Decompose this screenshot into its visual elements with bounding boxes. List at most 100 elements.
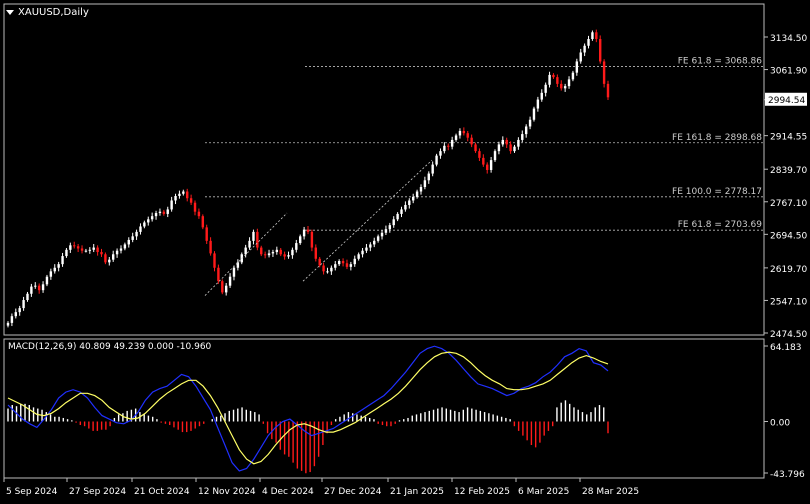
date-axis-label: 6 Mar 2025	[518, 487, 569, 497]
candle-bear	[205, 227, 208, 241]
candle-bear	[595, 32, 598, 40]
candle-bull	[357, 254, 360, 259]
candle-bull	[14, 312, 17, 317]
price-axis-label: 2547.10	[770, 297, 807, 307]
candle-bull	[423, 180, 427, 188]
main-panel-frame	[3, 3, 765, 336]
macd-signal-line	[7, 351, 609, 465]
date-axis-label: 12 Nov 2024	[198, 487, 256, 497]
date-axis-label: 4 Dec 2024	[262, 487, 314, 497]
candle-bull	[166, 209, 169, 214]
candle-bull	[353, 258, 356, 265]
candle-bull	[41, 284, 45, 291]
candle-bear	[466, 133, 469, 138]
candle-bear	[470, 137, 473, 145]
macd-panel-frame	[3, 338, 765, 479]
candle-bear	[213, 253, 216, 268]
candle-bear	[602, 61, 606, 84]
candle-bull	[18, 308, 21, 313]
candle-bull	[275, 249, 279, 253]
macd-axis-label: 64.183	[770, 343, 802, 353]
candle-bull	[532, 108, 536, 120]
candle-bear	[560, 83, 563, 89]
candle-bull	[291, 249, 294, 256]
candle-bear	[599, 39, 602, 62]
price-axis-label: 2839.70	[770, 166, 807, 176]
candle-bear	[100, 252, 103, 255]
candle-bear	[505, 139, 508, 145]
candle-bear	[341, 261, 345, 264]
candle-bull	[147, 219, 150, 223]
candle-bull	[415, 191, 419, 197]
candle-bear	[478, 151, 481, 158]
candle-bull	[571, 72, 575, 80]
candle-bull	[150, 216, 154, 220]
date-axis-label: 27 Sep 2024	[69, 487, 126, 497]
candle-bull	[563, 86, 567, 89]
candle-bull	[361, 250, 364, 255]
candle-bull	[92, 247, 95, 250]
candle-bull	[404, 204, 407, 210]
price-axis-label: 2474.50	[770, 330, 807, 340]
candle-bull	[443, 145, 446, 152]
candle-bull	[26, 293, 29, 301]
candle-bear	[256, 231, 259, 248]
candle-bull	[267, 253, 271, 256]
candle-bull	[326, 271, 329, 273]
candle-bull	[88, 249, 92, 251]
candle-bear	[260, 247, 263, 255]
candle-bull	[583, 45, 586, 53]
candle-bear	[314, 247, 317, 259]
candle-bull	[127, 239, 130, 245]
candle-bull	[45, 276, 49, 285]
candle-bear	[73, 245, 76, 247]
candle-bear	[209, 240, 212, 254]
candle-bull	[123, 244, 127, 249]
candle-bull	[501, 139, 505, 145]
candle-bear	[197, 211, 201, 217]
candle-bull	[22, 300, 25, 309]
price-axis-label: 2619.70	[770, 265, 807, 275]
date-axis-label: 21 Jan 2025	[390, 487, 444, 497]
candle-bear	[221, 281, 224, 293]
candle-bull	[295, 243, 298, 250]
candle-bull	[302, 229, 306, 237]
candle-bull	[431, 164, 434, 174]
candle-bull	[108, 259, 111, 263]
candle-bull	[154, 213, 158, 217]
candle-bull	[513, 146, 516, 152]
candle-bear	[279, 249, 282, 255]
candle-bear	[193, 202, 197, 212]
candle-bull	[411, 196, 415, 201]
candle-bull	[489, 160, 493, 170]
candle-bull	[450, 139, 454, 147]
candle-bull	[427, 173, 430, 181]
dropdown-triangle-icon	[6, 9, 14, 15]
chart-title[interactable]: XAUUSD,Daily	[6, 7, 89, 18]
candle-bear	[201, 216, 205, 228]
candle-bull	[380, 232, 384, 237]
candle-bull	[439, 151, 442, 156]
candle-bear	[96, 247, 99, 253]
candle-bear	[104, 254, 107, 263]
candle-bull	[591, 32, 594, 40]
candle-bull	[6, 322, 10, 326]
candle-bull	[115, 250, 119, 255]
candle-bull	[10, 316, 14, 323]
candle-bull	[408, 200, 411, 205]
candle-bull	[587, 39, 590, 46]
candle-bull	[376, 236, 380, 241]
candle-bull	[178, 193, 181, 196]
candle-bull	[521, 134, 524, 140]
candle-bear	[76, 246, 80, 249]
candle-bull	[244, 247, 247, 255]
candle-bear	[306, 229, 310, 232]
candle-bear	[322, 265, 325, 272]
candle-bull	[30, 286, 33, 294]
candle-bull	[139, 226, 142, 232]
candle-bull	[271, 252, 275, 254]
candle-bull	[65, 249, 68, 257]
candle-bull	[536, 99, 540, 109]
candle-bear	[186, 191, 189, 199]
candle-bull	[182, 191, 185, 194]
